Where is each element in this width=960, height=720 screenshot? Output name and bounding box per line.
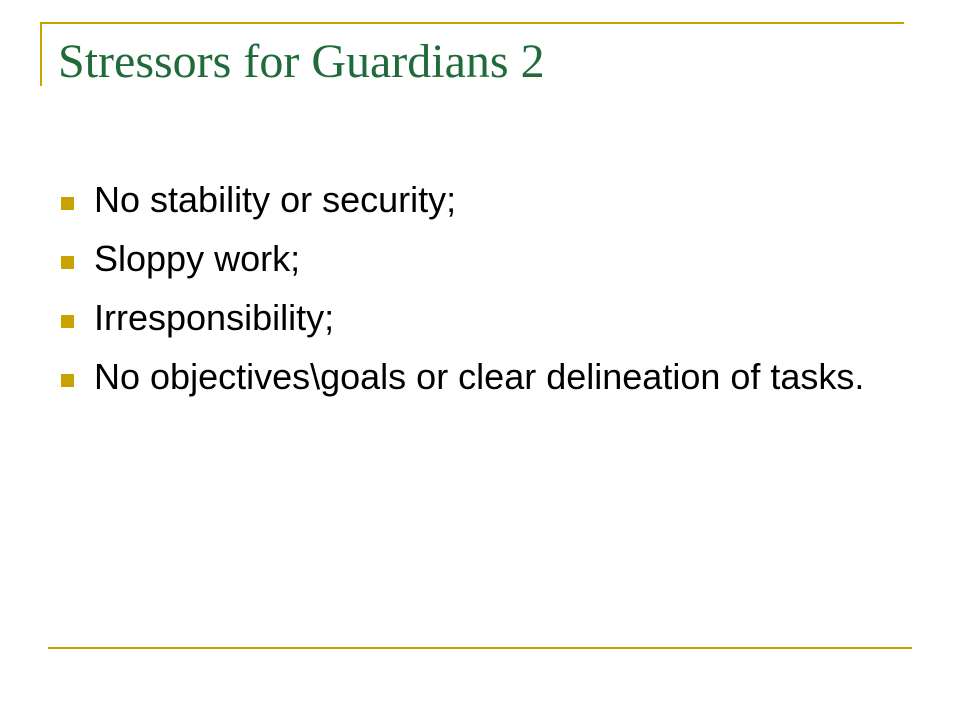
bullet-item-sloppy-work: Sloppy work; <box>58 239 910 279</box>
bullet-text: Sloppy work; <box>94 238 301 279</box>
square-bullet-icon <box>61 256 74 269</box>
bullet-item-objectives: No objectives\goals or clear delineation… <box>58 357 910 397</box>
frame-top-rule <box>40 22 904 24</box>
bullet-text: No objectives\goals or clear delineation… <box>94 356 865 397</box>
square-bullet-icon <box>61 315 74 328</box>
bullet-text: No stability or security; <box>94 179 457 220</box>
slide: Stressors for Guardians 2 No stability o… <box>0 0 960 720</box>
bullet-item-irresponsibility: Irresponsibility; <box>58 298 910 338</box>
frame-bottom-rule <box>48 647 912 649</box>
square-bullet-icon <box>61 197 74 210</box>
bullet-list: No stability or security; Sloppy work; I… <box>58 180 910 397</box>
frame-left-rule <box>40 22 42 86</box>
slide-title: Stressors for Guardians 2 <box>58 35 545 88</box>
bullet-item-stability: No stability or security; <box>58 180 910 220</box>
square-bullet-icon <box>61 374 74 387</box>
bullet-text: Irresponsibility; <box>94 297 335 338</box>
